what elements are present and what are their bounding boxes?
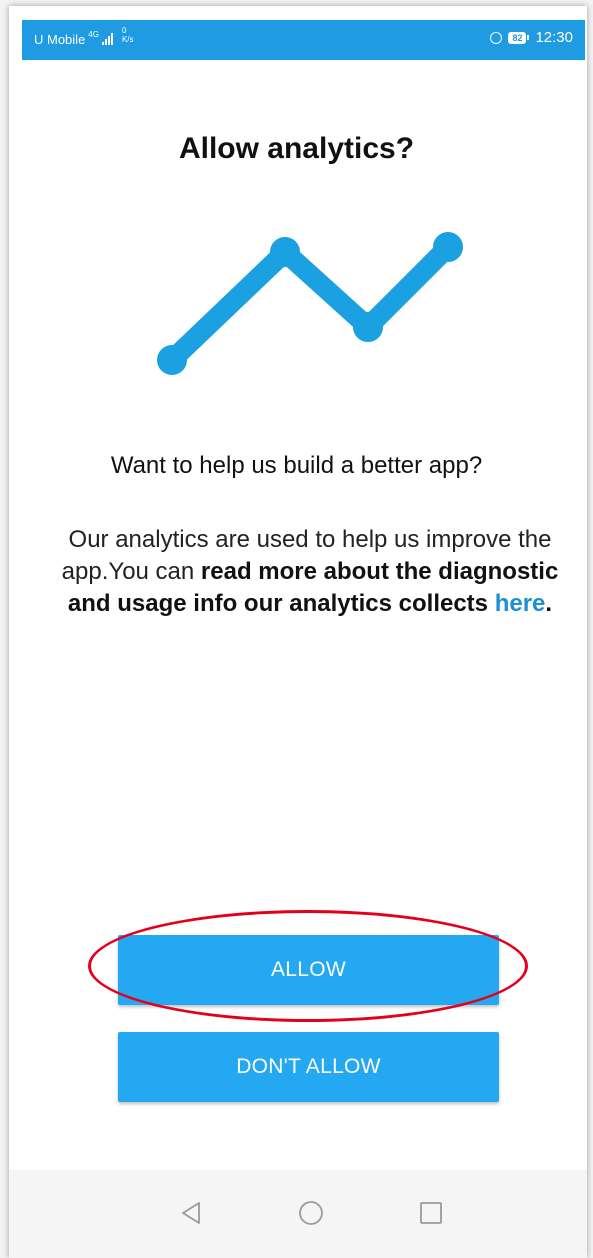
status-right: 82 12:30 xyxy=(490,29,573,46)
back-icon[interactable] xyxy=(177,1198,207,1228)
read-more-link[interactable]: here xyxy=(495,590,546,617)
dialog-title: Allow analytics? xyxy=(178,132,415,165)
navigation-bar xyxy=(9,1170,587,1258)
signal-icon xyxy=(101,33,113,45)
speed-value: 0 xyxy=(121,26,127,35)
battery-level: 82 xyxy=(508,31,527,44)
analytics-line-chart-icon xyxy=(157,232,463,375)
network-type: 4G xyxy=(88,29,99,39)
recents-icon[interactable] xyxy=(416,1198,446,1228)
dialog-question: Want to help us build a better app? xyxy=(110,452,483,479)
speed-unit: K/s xyxy=(121,35,134,44)
description-end: . xyxy=(545,590,553,617)
home-icon[interactable] xyxy=(296,1198,326,1228)
battery-icon: 82 xyxy=(508,31,530,44)
dialog-description: Our analytics are used to help us improv… xyxy=(60,524,560,620)
allow-button[interactable]: ALLOW xyxy=(118,935,499,1005)
status-bar: U Mobile 4G 0 K/s 82 12:30 xyxy=(22,20,585,60)
network-speed: 0 K/s xyxy=(122,26,134,44)
dont-allow-button[interactable]: DON'T ALLOW xyxy=(118,1032,499,1102)
carrier-name: U Mobile xyxy=(34,31,86,47)
status-left: U Mobile 4G 0 K/s xyxy=(34,26,134,48)
alarm-icon xyxy=(490,31,503,44)
clock: 12:30 xyxy=(535,29,573,46)
